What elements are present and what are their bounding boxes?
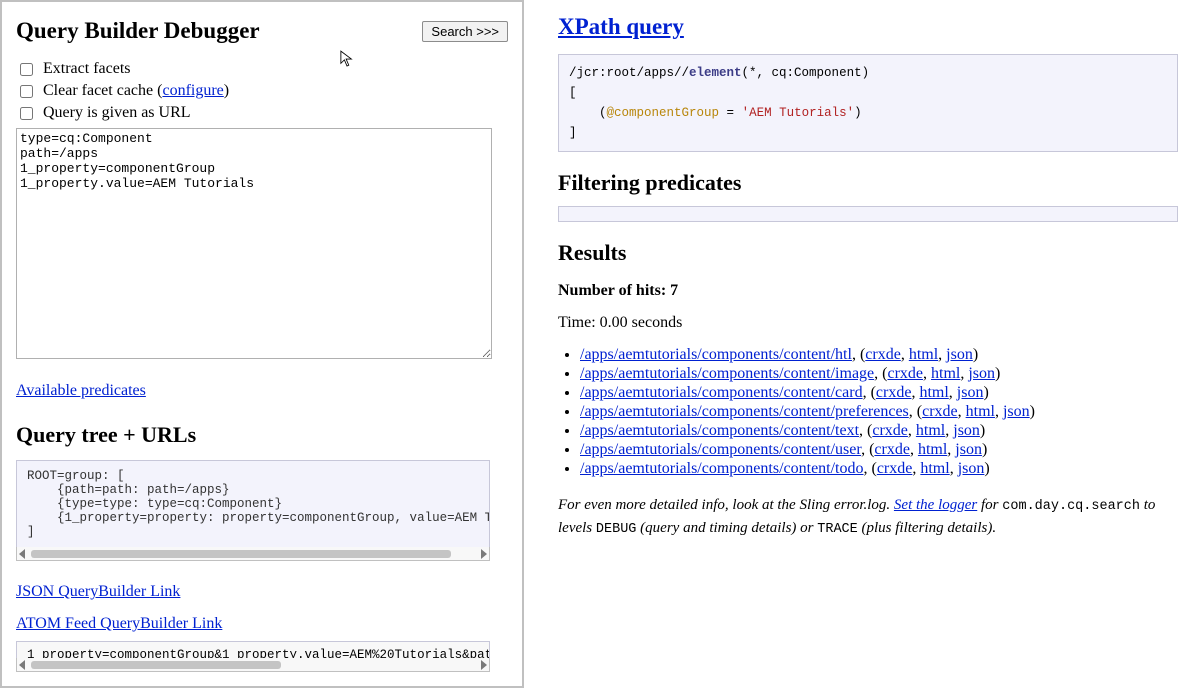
result-path-link[interactable]: /apps/aemtutorials/components/content/ca… — [580, 384, 863, 401]
xpath-part: = — [719, 106, 742, 120]
search-button[interactable]: Search >>> — [422, 21, 508, 42]
checkbox-url[interactable] — [20, 107, 33, 120]
list-item: /apps/aemtutorials/components/content/ca… — [580, 384, 1178, 402]
json-link[interactable]: json — [955, 441, 982, 458]
note-text: (query and timing details) or — [636, 520, 817, 536]
query-tree-code: ROOT=group: [ {path=path: path=/apps} {t… — [16, 460, 490, 548]
note-package: com.day.cq.search — [1002, 499, 1140, 514]
xpath-part: ) — [854, 106, 862, 120]
html-link[interactable]: html — [920, 460, 949, 477]
checkbox-url-row: Query is given as URL — [16, 102, 508, 124]
json-link[interactable]: json — [946, 346, 973, 363]
json-link[interactable]: json — [953, 422, 980, 439]
result-list: /apps/aemtutorials/components/content/ht… — [580, 346, 1178, 478]
list-item: /apps/aemtutorials/components/content/ht… — [580, 346, 1178, 364]
checkbox-clear-label-prefix: Clear facet cache ( — [43, 82, 162, 99]
note-level: DEBUG — [596, 522, 637, 537]
xpath-heading: XPath query — [558, 14, 1178, 40]
html-link[interactable]: html — [919, 384, 948, 401]
xpath-part: (*, cq:Component) — [742, 66, 870, 80]
crxde-link[interactable]: crxde — [922, 403, 958, 420]
note-text: For even more detailed info, look at the… — [558, 497, 894, 513]
footer-note: For even more detailed info, look at the… — [558, 494, 1178, 541]
time-label: Time: 0.00 seconds — [558, 314, 1178, 332]
crxde-link[interactable]: crxde — [865, 346, 901, 363]
atom-feed-link[interactable]: ATOM Feed QueryBuilder Link — [16, 615, 508, 633]
result-path-link[interactable]: /apps/aemtutorials/components/content/to… — [580, 460, 864, 477]
filtering-box — [558, 206, 1178, 222]
available-predicates-link[interactable]: Available predicates — [16, 382, 508, 400]
checkbox-clear-label-suffix: ) — [224, 82, 229, 99]
right-panel: XPath query /jcr:root/apps//element(*, c… — [524, 0, 1200, 688]
crxde-link[interactable]: crxde — [874, 441, 910, 458]
scrollbar[interactable] — [16, 658, 490, 672]
html-link[interactable]: html — [918, 441, 947, 458]
json-link[interactable]: json — [968, 365, 995, 382]
checkbox-clear-cache-row: Clear facet cache (configure) — [16, 80, 508, 102]
xpath-part: ] — [569, 126, 577, 140]
xpath-part: [ — [569, 86, 577, 100]
crxde-link[interactable]: crxde — [872, 422, 908, 439]
crxde-link[interactable]: crxde — [877, 460, 913, 477]
xpath-part: /jcr:root/apps// — [569, 66, 689, 80]
query-textarea[interactable] — [16, 128, 492, 359]
note-text: (plus filtering details). — [858, 520, 996, 536]
result-path-link[interactable]: /apps/aemtutorials/components/content/ht… — [580, 346, 852, 363]
filtering-heading: Filtering predicates — [558, 170, 1178, 196]
crxde-link[interactable]: crxde — [876, 384, 912, 401]
json-link[interactable]: json — [958, 460, 985, 477]
list-item: /apps/aemtutorials/components/content/im… — [580, 365, 1178, 383]
left-panel: Query Builder Debugger Search >>> Extrac… — [0, 0, 524, 688]
xpath-part: ( — [569, 106, 607, 120]
result-path-link[interactable]: /apps/aemtutorials/components/content/pr… — [580, 403, 909, 420]
scrollbar[interactable] — [16, 547, 490, 561]
note-level: TRACE — [817, 522, 858, 537]
html-link[interactable]: html — [931, 365, 960, 382]
crxde-link[interactable]: crxde — [887, 365, 923, 382]
list-item: /apps/aemtutorials/components/content/to… — [580, 460, 1178, 478]
xpath-part: element — [689, 66, 742, 80]
xpath-part: @componentGroup — [607, 106, 720, 120]
set-logger-link[interactable]: Set the logger — [894, 497, 977, 513]
checkbox-url-label: Query is given as URL — [43, 104, 191, 121]
list-item: /apps/aemtutorials/components/content/pr… — [580, 403, 1178, 421]
checkbox-extract-facets[interactable] — [20, 63, 33, 76]
checkbox-extract-label: Extract facets — [43, 60, 131, 77]
html-link[interactable]: html — [966, 403, 995, 420]
hit-count: Number of hits: 7 — [558, 282, 1178, 300]
checkbox-clear-cache[interactable] — [20, 85, 33, 98]
list-item: /apps/aemtutorials/components/content/us… — [580, 441, 1178, 459]
json-link[interactable]: json — [957, 384, 984, 401]
title-text: Query Builder Debugger — [16, 18, 260, 44]
result-path-link[interactable]: /apps/aemtutorials/components/content/im… — [580, 365, 874, 382]
results-heading: Results — [558, 240, 1178, 266]
html-link[interactable]: html — [916, 422, 945, 439]
html-link[interactable]: html — [909, 346, 938, 363]
result-path-link[interactable]: /apps/aemtutorials/components/content/us… — [580, 441, 861, 458]
query-tree-heading: Query tree + URLs — [16, 422, 508, 448]
xpath-part: 'AEM Tutorials' — [742, 106, 855, 120]
note-text: for — [977, 497, 1002, 513]
list-item: /apps/aemtutorials/components/content/te… — [580, 422, 1178, 440]
json-link[interactable]: json — [1003, 403, 1030, 420]
checkbox-extract-facets-row: Extract facets — [16, 58, 508, 80]
configure-link[interactable]: configure — [162, 82, 223, 99]
json-querybuilder-link[interactable]: JSON QueryBuilder Link — [16, 583, 508, 601]
page-title: Query Builder Debugger Search >>> — [16, 18, 508, 44]
result-path-link[interactable]: /apps/aemtutorials/components/content/te… — [580, 422, 859, 439]
xpath-query-link[interactable]: XPath query — [558, 14, 684, 39]
xpath-code: /jcr:root/apps//element(*, cq:Component)… — [558, 54, 1178, 152]
